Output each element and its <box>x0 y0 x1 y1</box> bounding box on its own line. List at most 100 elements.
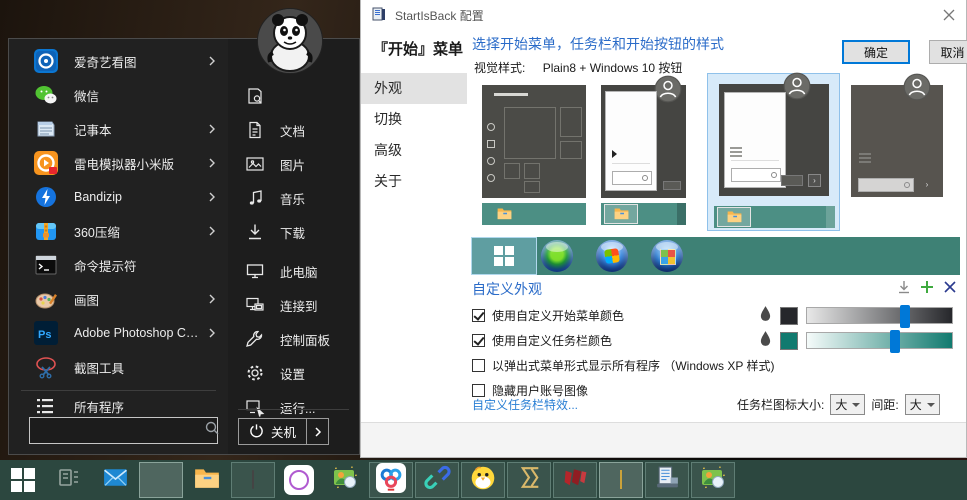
start-button-style-strip <box>471 237 960 275</box>
slider-thumb[interactable] <box>900 305 910 328</box>
clover-orb-icon <box>541 240 573 272</box>
start-menu-place-control-panel[interactable]: 控制面板 <box>228 322 359 356</box>
start-button-option-win7[interactable] <box>596 240 628 272</box>
photo-viewer[interactable] <box>322 460 368 500</box>
ok-button[interactable]: 确定 <box>842 40 910 64</box>
start-menu-item-ldplayer-app[interactable]: 雷电模拟器小米版 <box>9 146 228 180</box>
spacing-label: 间距: <box>871 396 898 413</box>
style-option-win7[interactable] <box>601 85 686 198</box>
music-icon <box>244 188 266 208</box>
search-input[interactable] <box>40 423 205 439</box>
spacing-dropdown[interactable]: 大 <box>905 394 940 415</box>
dialog-titlebar[interactable]: StartIsBack 配置 <box>361 0 966 30</box>
start-menu-place-this-pc[interactable]: 此电脑 <box>228 254 359 288</box>
download-color-button[interactable] <box>897 280 911 294</box>
divider <box>238 409 349 410</box>
orange-app[interactable] <box>599 462 643 498</box>
ring-app[interactable] <box>276 460 322 500</box>
style-option-win10-taskbar[interactable] <box>482 203 586 225</box>
start-menu-item-cmd[interactable]: 命令提示符 <box>9 248 228 282</box>
style-option-plain8-taskbar[interactable] <box>714 206 835 228</box>
desktop: 爱奇艺看图 微信 记事本 雷电模拟器小米版 Bandizip 360压缩 命令提… <box>0 0 967 500</box>
nav-item-外观[interactable]: 外观 <box>361 73 467 104</box>
shutdown-button[interactable]: 关机 <box>238 418 329 445</box>
start-button-option-clover[interactable] <box>541 240 573 272</box>
server-list-app[interactable] <box>645 462 689 498</box>
user-folder-icon <box>244 86 266 106</box>
taskbar-color-slider[interactable] <box>806 332 953 349</box>
dropper-icon[interactable] <box>759 330 772 352</box>
start-menu-place-document[interactable]: 文档 <box>228 113 359 147</box>
start-menu-item-snipping[interactable]: 截图工具 <box>9 350 228 384</box>
nav-item-关于[interactable]: 关于 <box>361 166 467 197</box>
start-menu-item-paint[interactable]: 画图 <box>9 282 228 316</box>
visual-style-label: 视觉样式: <box>474 61 525 75</box>
download-icon <box>244 222 266 242</box>
blue-circles-app[interactable] <box>369 462 413 498</box>
tile <box>560 107 582 137</box>
start-button-option-win10[interactable] <box>488 240 520 272</box>
pinwheel-browser[interactable] <box>139 462 183 498</box>
start-menu-place-settings[interactable]: 设置 <box>228 356 359 390</box>
style-option-transparent[interactable]: › <box>851 85 943 197</box>
item-label: 命令提示符 <box>74 256 137 275</box>
start-menu-item-bandizip[interactable]: Bandizip <box>9 180 228 214</box>
checkbox[interactable] <box>472 334 485 347</box>
dropper-icon[interactable] <box>759 305 772 327</box>
checkbox-row[interactable]: 使用自定义任务栏颜色 <box>472 328 774 353</box>
start-button-option-win8[interactable] <box>651 240 683 272</box>
user-avatar[interactable] <box>257 8 323 74</box>
start-menu-color-slider[interactable] <box>806 307 953 324</box>
checkbox-row[interactable]: 以弹出式菜单形式显示所有程序 （Windows XP 样式) <box>472 353 774 378</box>
start-menu-search[interactable] <box>29 417 218 444</box>
iqiyi-icon <box>33 48 59 74</box>
remove-color-button[interactable] <box>943 280 957 294</box>
gold-brackets-app[interactable] <box>507 462 551 498</box>
start-menu-place-music[interactable]: 音乐 <box>228 181 359 215</box>
file-explorer[interactable] <box>184 460 230 500</box>
all-programs-label: 所有程序 <box>74 397 124 416</box>
nav-item-切换[interactable]: 切换 <box>361 104 467 135</box>
taskbar-color-swatch[interactable] <box>780 332 798 350</box>
user-icon <box>783 72 811 100</box>
windows8-orb-icon <box>651 240 683 272</box>
slider-thumb[interactable] <box>890 330 900 353</box>
shutdown-options-chevron[interactable] <box>306 419 328 444</box>
start-button[interactable] <box>0 460 46 500</box>
start-menu-place-connect[interactable]: 连接到 <box>228 288 359 322</box>
photo-viewer-2[interactable] <box>691 462 735 498</box>
decor <box>487 123 495 182</box>
icon-size-dropdown[interactable]: 大 <box>830 394 865 415</box>
item-label: 微信 <box>74 86 99 105</box>
style-option-win7-taskbar[interactable] <box>601 203 686 225</box>
start-menu-item-wechat[interactable]: 微信 <box>9 78 228 112</box>
task-view[interactable] <box>46 460 92 500</box>
checkbox[interactable] <box>472 309 485 322</box>
add-color-button[interactable] <box>920 280 934 294</box>
item-label: Adobe Photoshop CC (64 Bit) <box>74 326 206 340</box>
chick-app[interactable] <box>461 462 505 498</box>
style-option-win10[interactable] <box>482 85 586 198</box>
style-option-plain8[interactable]: › <box>719 84 829 196</box>
start-menu-place-picture[interactable]: 图片 <box>228 147 359 181</box>
start-menu-item-iqiyi[interactable]: 爱奇艺看图 <box>9 44 228 78</box>
nav-item-高级[interactable]: 高级 <box>361 135 467 166</box>
start-menu-item-photoshop[interactable]: Ps Adobe Photoshop CC (64 Bit) <box>9 316 228 350</box>
ldplayer[interactable] <box>231 462 275 498</box>
red-arrows-app[interactable] <box>553 462 597 498</box>
start-menu-item-zip360[interactable]: 360压缩 <box>9 214 228 248</box>
link-app[interactable] <box>415 462 459 498</box>
taskbar-effects-link[interactable]: 自定义任务栏特效... <box>472 396 578 413</box>
checkbox[interactable] <box>472 359 485 372</box>
start-menu-place-download[interactable]: 下载 <box>228 215 359 249</box>
start-menu-place-user-folder[interactable] <box>228 79 359 113</box>
start-menu-color-swatch[interactable] <box>780 307 798 325</box>
close-button[interactable] <box>932 0 966 30</box>
all-programs-item[interactable]: 所有程序 <box>9 393 228 419</box>
mail[interactable] <box>92 460 138 500</box>
checkbox-row[interactable]: 使用自定义开始菜单颜色 <box>472 303 774 328</box>
start-menu-item-notepad[interactable]: 记事本 <box>9 112 228 146</box>
snipping-icon <box>33 354 59 380</box>
cancel-button[interactable]: 取消 <box>929 40 967 64</box>
mail-icon <box>102 464 129 496</box>
